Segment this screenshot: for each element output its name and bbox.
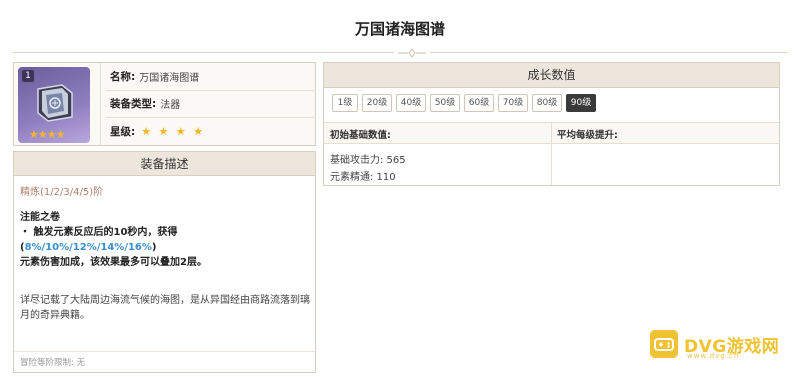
name-label: 名称: [110, 70, 136, 83]
watermark-url: www.dvg.cn [687, 352, 740, 360]
level-button-1[interactable]: 1级 [332, 94, 358, 112]
rarity-row: 星级: ★ ★ ★ ★ [106, 118, 316, 146]
stat-table-body: 基础攻击力: 565 元素精通: 110 [324, 122, 779, 185]
gamepad-logo-icon [650, 330, 678, 358]
rarity-stars: ★ ★ ★ ★ [141, 125, 206, 139]
level-button-40[interactable]: 40级 [396, 94, 426, 112]
base-atk-stat: 基础攻击力: 565 [330, 155, 406, 166]
name-value: 万国诸海图谱 [139, 72, 200, 84]
growth-values-card: 成长数值 1级 20级 40级 50级 60级 70级 80级 90级 初始基础… [323, 62, 780, 186]
skill-name: 注能之卷 [20, 212, 60, 223]
title-divider [12, 48, 788, 58]
lore-text: 详尽记载了大陆周边海流气候的海图，是从异国经由商路流落到璃月的奇异典籍。 [20, 295, 310, 321]
growth-header: 成长数值 [324, 63, 779, 88]
catalyst-book-icon [37, 84, 73, 122]
base-stats-header: 初始基础数值: [330, 130, 391, 141]
refinement-levels: 精炼(1/2/3/4/5)阶 [20, 187, 104, 198]
name-row: 名称: 万国诸海图谱 [106, 63, 316, 91]
type-value: 法器 [160, 100, 181, 112]
level-button-80[interactable]: 80级 [532, 94, 562, 112]
description-card: 装备描述 精炼(1/2/3/4/5)阶 注能之卷 ・ 触发元素反应后的10秒内，… [13, 151, 316, 373]
weapon-thumbnail: 1 ★★★★ [18, 67, 90, 143]
type-label: 装备类型: [110, 98, 157, 111]
adventure-rank-limit: 冒险等阶限制: 无 [20, 358, 86, 368]
description-header: 装备描述 [14, 152, 315, 176]
level-button-50[interactable]: 50级 [430, 94, 460, 112]
rarity-label: 星级: [110, 126, 136, 139]
passive-skill: 注能之卷 ・ 触发元素反应后的10秒内，获得(8%/10%/12%/14%/16… [20, 210, 310, 270]
site-watermark: DVG游戏网 www.dvg.cn [650, 330, 779, 360]
divider-ornament-icon [394, 48, 430, 58]
elemental-mastery-stat: 元素精通: 110 [330, 172, 396, 183]
page-title: 万国诸海图谱 [354, 20, 445, 38]
skill-description: ・ 触发元素反应后的10秒内，获得(8%/10%/12%/14%/16%) 元素… [20, 227, 207, 268]
weapon-info-card: 1 ★★★★ 名称: 万国诸海图谱 装备类型: 法器 星级: ★ ★ ★ ★ [13, 62, 316, 146]
thumbnail-stars: ★★★★ [29, 128, 65, 141]
level-selector: 1级 20级 40级 50级 60级 70级 80级 90级 [332, 94, 596, 112]
type-row: 装备类型: 法器 [106, 91, 316, 118]
level-button-20[interactable]: 20级 [362, 94, 392, 112]
per-level-header: 平均每级提升: [557, 130, 618, 141]
level-button-90[interactable]: 90级 [566, 94, 596, 112]
level-button-60[interactable]: 60级 [464, 94, 494, 112]
skill-values: 8%/10%/12%/14%/16% [24, 242, 152, 253]
level-button-70[interactable]: 70级 [498, 94, 528, 112]
